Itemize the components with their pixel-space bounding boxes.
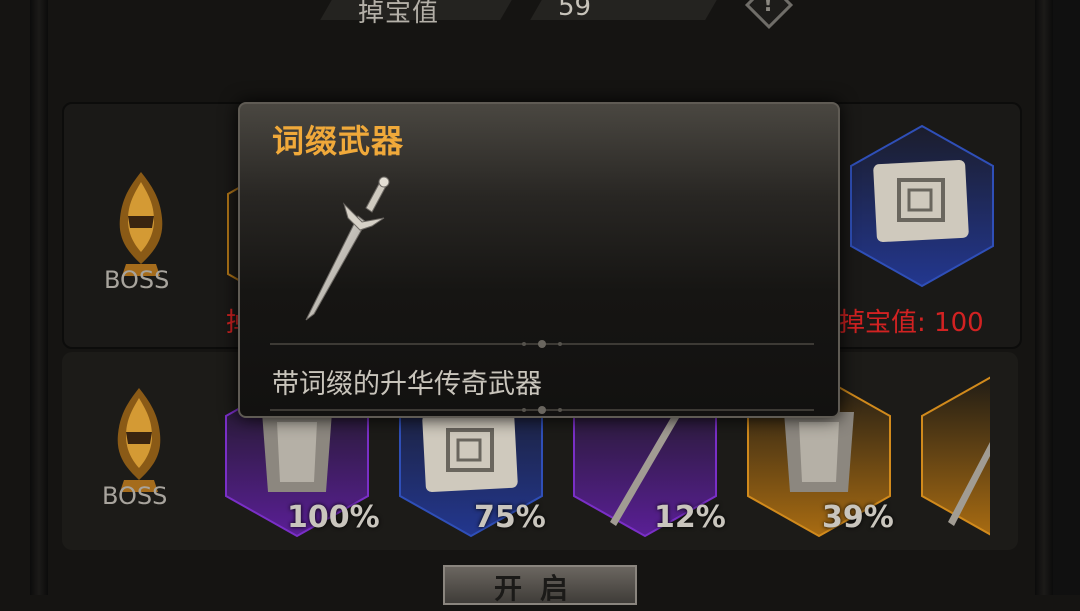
tooltip-title: 词缀武器 [272, 122, 405, 160]
drop-rate-percent: 100% [287, 500, 380, 535]
reward-sword-legendary[interactable] [918, 372, 990, 540]
exclamation-icon: ! [763, 0, 774, 17]
tooltip-divider [270, 340, 814, 348]
drop-rate-percent: 39% [822, 500, 894, 535]
drop-rate-percent: 75% [474, 500, 546, 535]
drop-rate-percent: 12% [654, 500, 726, 535]
boss-label: BOSS [104, 266, 170, 294]
boss-helmet-icon [117, 388, 161, 492]
drop-value-warning: 掉宝值: 100 [839, 308, 984, 338]
right-frame [1035, 0, 1080, 595]
boss-label: BOSS [102, 482, 168, 510]
sword-icon [305, 176, 390, 321]
boss-helmet-icon [119, 172, 163, 276]
tooltip-divider [270, 406, 814, 414]
drop-value-number: 59 [558, 0, 592, 22]
item-tooltip: 词缀武器 带词缀的升华传奇武器 [238, 102, 840, 418]
reward-hex-rare[interactable] [847, 122, 997, 290]
drop-value-label: 掉宝值 [358, 0, 440, 28]
left-frame [30, 0, 48, 595]
open-button[interactable]: 开启 [443, 565, 637, 605]
tooltip-description: 带词缀的升华传奇武器 [272, 369, 542, 400]
